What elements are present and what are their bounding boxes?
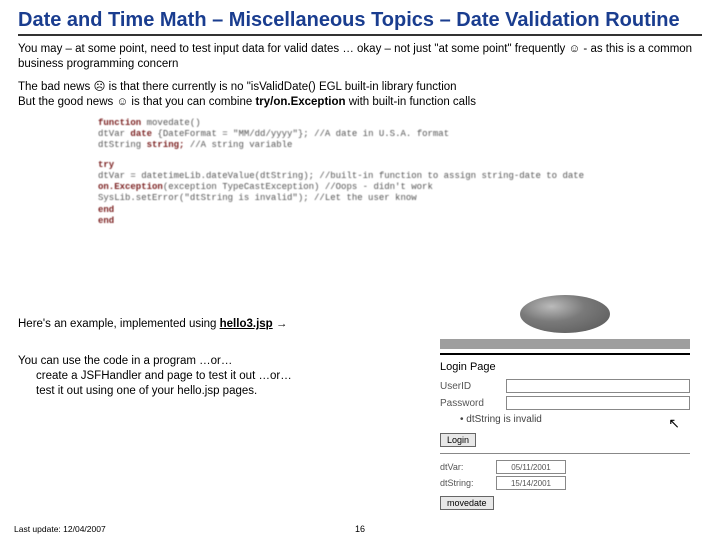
comment: //A date in U.S.A. format [309,129,449,139]
code: dtString [98,140,141,150]
error-message: • dtString is invalid [460,414,690,425]
login-button[interactable]: Login [440,433,476,447]
cursor-icon: ↖ [668,415,680,432]
paragraph-1: You may – at some point, need to test in… [18,42,702,72]
arrow-icon: → [273,318,288,330]
text: with built-in function calls [346,96,476,108]
dtstring-label: dtString: [440,478,490,488]
text: You may – at some point, need to test in… [18,43,568,55]
kw: string; [141,140,184,150]
code: dtVar = datetimeLib.dateValue(dtString);… [98,171,584,181]
smiley-icon: ☺ [568,43,580,55]
paragraph-2: The bad news ☹ is that there currently i… [18,80,702,95]
frown-icon: ☹ [93,81,105,93]
password-input[interactable] [506,396,690,410]
dtvar-row: dtVar: 05/11/2001 [440,460,690,474]
header-bar [440,339,690,349]
code: SysLib.setError("dtString is invalid"); … [98,193,417,203]
logo-oval [520,295,610,333]
inline-code: try/on.Exception [255,96,345,108]
kw: function [98,118,141,128]
userid-input[interactable] [506,379,690,393]
text: The bad news [18,81,93,93]
code: {DateFormat = "MM/dd/yyyy"}; [152,129,309,139]
code-snippet: function movedate() dtVar date {DateForm… [98,118,682,227]
paragraph-3: But the good news ☺ is that you can comb… [18,95,702,110]
divider [440,353,690,355]
kw: on.Exception [98,182,163,192]
dtstring-row: dtString: 15/14/2001 [440,476,690,490]
slide-title: Date and Time Math – Miscellaneous Topic… [18,8,702,36]
login-preview: Login Page UserID Password • dtString is… [440,295,690,510]
dtstring-value: 15/14/2001 [496,476,566,490]
text: is that you can combine [128,96,255,108]
last-update: Last update: 12/04/2007 [14,524,106,534]
kw: end [98,205,114,215]
usage-line-3: test it out using one of your hello.jsp … [36,384,418,399]
code: (exception TypeCastException) //Oops - d… [163,182,433,192]
text: Here's an example, implemented using [18,318,220,330]
link-text: hello3.jsp [220,318,273,330]
usage-line-2: create a JSFHandler and page to test it … [36,369,418,384]
login-title: Login Page [440,361,690,373]
example-line: Here's an example, implemented using hel… [18,317,418,332]
smiley-icon: ☺ [116,96,128,108]
dtvar-label: dtVar: [440,462,490,472]
usage-line-1: You can use the code in a program …or… [18,354,418,369]
comment: //A string variable [184,140,292,150]
code: movedate() [141,118,200,128]
password-row: Password [440,396,690,410]
password-label: Password [440,398,500,409]
divider [440,453,690,454]
dtvar-value: 05/11/2001 [496,460,566,474]
kw: end [98,216,114,226]
kw: try [98,160,114,170]
text: But the good news [18,96,116,108]
userid-label: UserID [440,381,500,392]
kw: date [125,129,152,139]
text: is that there currently is no "isValidDa… [105,81,456,93]
code: dtVar [98,129,125,139]
page-number: 16 [355,524,365,534]
movedate-button[interactable]: movedate [440,496,494,510]
userid-row: UserID [440,379,690,393]
